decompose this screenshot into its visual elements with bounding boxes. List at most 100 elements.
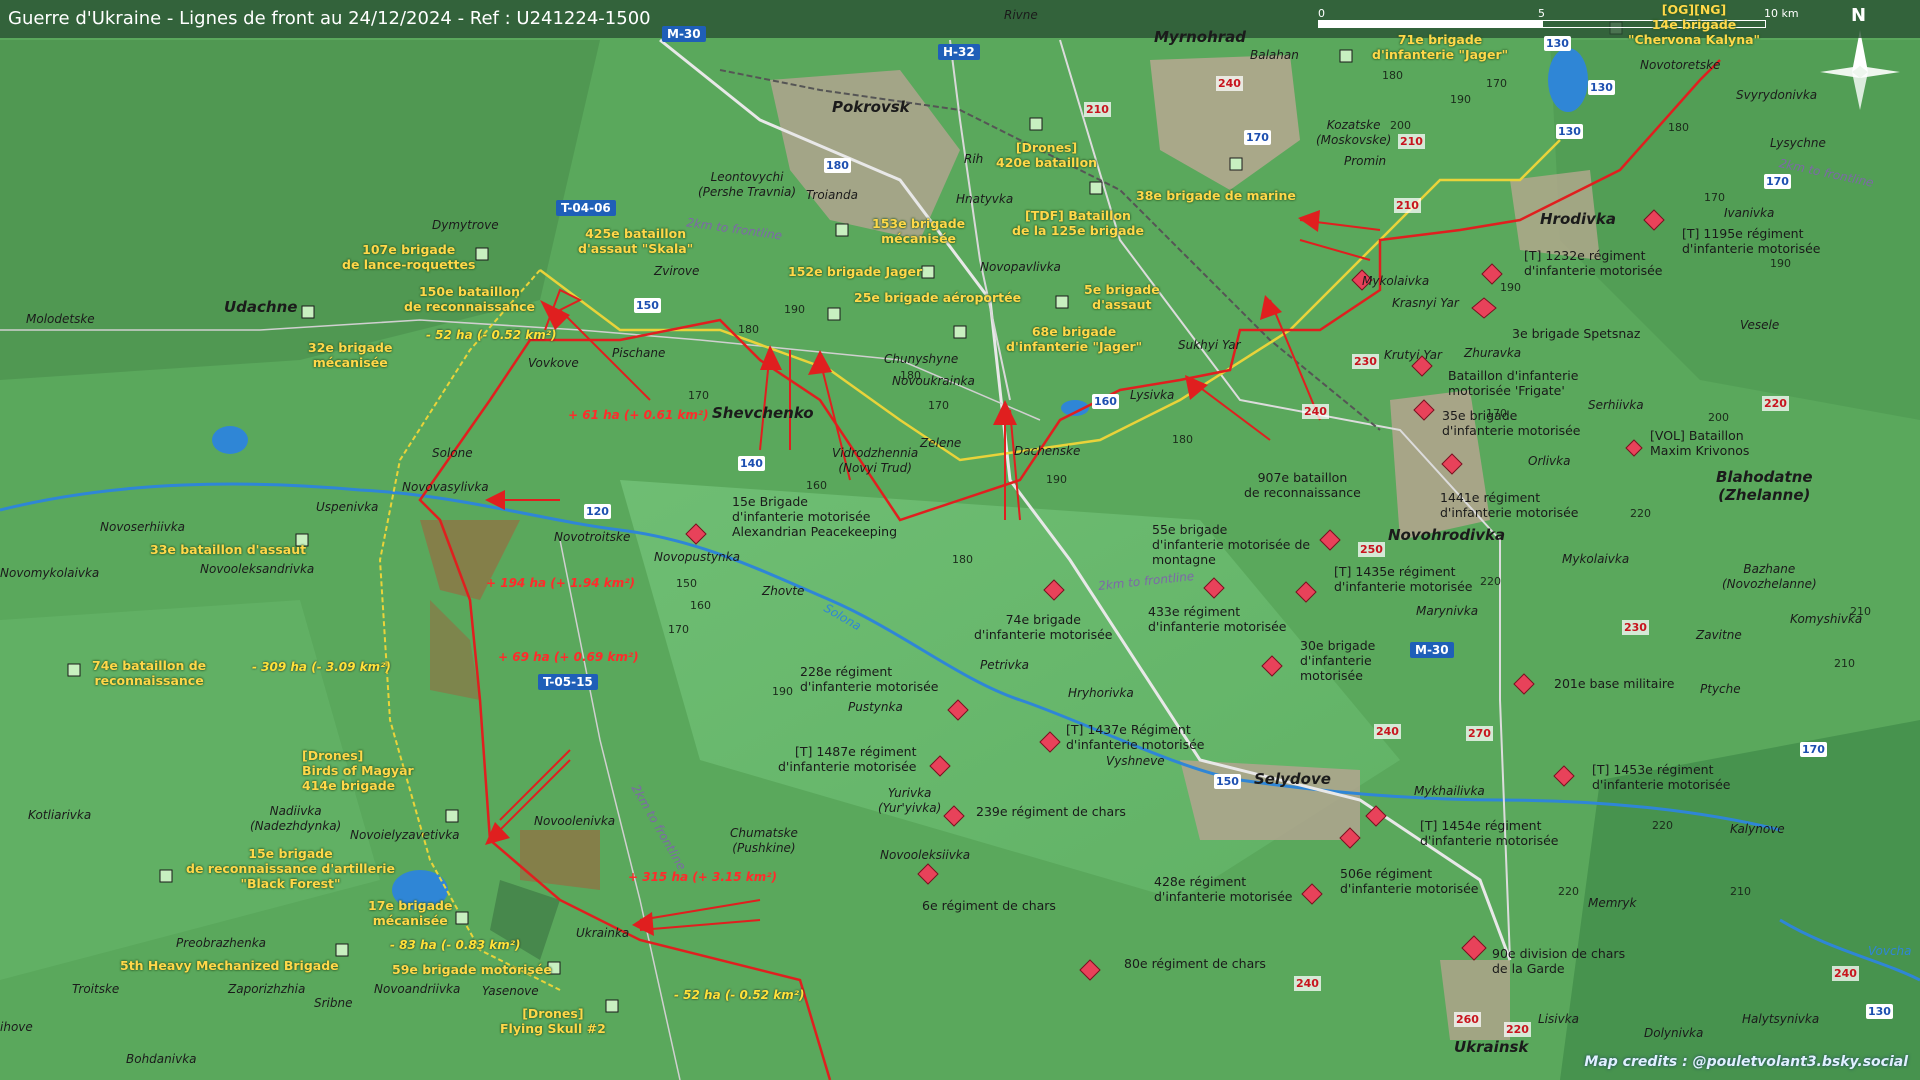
place-chunyshyne: Chunyshyne bbox=[884, 352, 959, 366]
altitude-label: 200 bbox=[1390, 119, 1411, 132]
ru-unit-label[interactable]: 1441e régiment d'infanterie motorisée bbox=[1440, 490, 1579, 520]
altitude-label: 190 bbox=[784, 303, 805, 316]
altitude-label: 180 bbox=[1382, 69, 1403, 82]
ru-unit-label[interactable]: 228e régiment d'infanterie motorisée bbox=[800, 664, 939, 694]
ua-unit-label[interactable]: [Drones] Flying Skull #2 bbox=[500, 1006, 606, 1036]
ru-unit-label[interactable]: 80e régiment de chars bbox=[1124, 956, 1266, 971]
ru-unit-label[interactable]: 907e bataillon de reconnaissance bbox=[1244, 470, 1361, 500]
ru-unit-label[interactable]: 90e division de chars de la Garde bbox=[1492, 946, 1625, 976]
ua-unit-label[interactable]: [Drones] 420e bataillon bbox=[996, 140, 1097, 170]
place-krasnyi-yar: Krasnyi Yar bbox=[1392, 296, 1459, 310]
ua-unit-marker[interactable] bbox=[953, 325, 967, 339]
ru-unit-label[interactable]: 433e régiment d'infanterie motorisée bbox=[1148, 604, 1287, 634]
place-novoandriivka: Novoandriivka bbox=[374, 982, 461, 996]
ua-unit-marker[interactable] bbox=[1029, 117, 1043, 131]
ua-unit-marker[interactable] bbox=[1089, 181, 1103, 195]
ru-unit-label[interactable]: 55e brigade d'infanterie motorisée de mo… bbox=[1152, 522, 1310, 567]
ru-unit-label[interactable]: 201e base militaire bbox=[1554, 676, 1674, 691]
ua-unit-label[interactable]: 25e brigade aéroportée bbox=[854, 290, 1021, 305]
ua-unit-label[interactable]: 32e brigade mécanisée bbox=[308, 340, 392, 370]
ua-unit-marker[interactable] bbox=[475, 247, 489, 261]
ru-unit-label[interactable]: [T] 1453e régiment d'infanterie motorisé… bbox=[1592, 762, 1731, 792]
place-pischane: Pischane bbox=[612, 346, 666, 360]
ua-unit-label[interactable]: [TDF] Bataillon de la 125e brigade bbox=[1012, 208, 1144, 238]
altitude-label: 150 bbox=[676, 577, 697, 590]
ru-unit-label[interactable]: [T] 1195e régiment d'infanterie motorisé… bbox=[1682, 226, 1821, 256]
altitude-marker: 240 bbox=[1374, 724, 1401, 739]
place-novopustynka: Novopustynka bbox=[654, 550, 740, 564]
ru-unit-label[interactable]: 74e brigade d'infanterie motorisée bbox=[974, 612, 1113, 642]
place-hryhorivka: Hryhorivka bbox=[1068, 686, 1134, 700]
ua-unit-marker[interactable] bbox=[301, 305, 315, 319]
ru-unit-label[interactable]: [T] 1454e régiment d'infanterie motorisé… bbox=[1420, 818, 1559, 848]
ru-unit-label[interactable]: [T] 1232e régiment d'infanterie motorisé… bbox=[1524, 248, 1663, 278]
ua-unit-marker[interactable] bbox=[827, 307, 841, 321]
ru-unit-label[interactable]: [T] 1437e Régiment d'infanterie motorisé… bbox=[1066, 722, 1205, 752]
ua-unit-label[interactable]: 38e brigade de marine bbox=[1136, 188, 1296, 203]
ua-unit-label[interactable]: 15e brigade de reconnaissance d'artiller… bbox=[186, 846, 395, 891]
ua-unit-label[interactable]: 107e brigade de lance-roquettes bbox=[342, 242, 475, 272]
map-canvas[interactable] bbox=[0, 0, 1920, 1080]
ua-unit-label[interactable]: 71e brigade d'infanterie "Jager" bbox=[1372, 32, 1508, 62]
ua-unit-marker[interactable] bbox=[455, 911, 469, 925]
ua-unit-label[interactable]: 153e brigade mécanisée bbox=[872, 216, 965, 246]
place-kotliarivka: Kotliarivka bbox=[28, 808, 92, 822]
ua-unit-label[interactable]: 17e brigade mécanisée bbox=[368, 898, 452, 928]
ru-unit-label[interactable]: [VOL] Bataillon Maxim Krivonos bbox=[1650, 428, 1749, 458]
ua-unit-marker[interactable] bbox=[445, 809, 459, 823]
place-memryk: Memryk bbox=[1588, 896, 1637, 910]
ru-unit-label[interactable]: [T] 1487e régiment d'infanterie motorisé… bbox=[778, 744, 917, 774]
place-ptyche: Ptyche bbox=[1700, 682, 1741, 696]
place-novohrodivka: Novohrodivka bbox=[1388, 526, 1506, 544]
ru-unit-label[interactable]: 239e régiment de chars bbox=[976, 804, 1126, 819]
ua-unit-marker[interactable] bbox=[835, 223, 849, 237]
ua-unit-label[interactable]: 425e bataillon d'assaut "Skala" bbox=[578, 226, 693, 256]
place-novoserhiivka: Novoserhiivka bbox=[100, 520, 186, 534]
ua-unit-label[interactable]: 150e bataillon de reconnaissance bbox=[404, 284, 535, 314]
place-sribne: Sribne bbox=[314, 996, 353, 1010]
place-nadiivka: Nadiivka (Nadezhdynka) bbox=[250, 804, 342, 833]
place-promin: Promin bbox=[1344, 154, 1387, 168]
ru-unit-label[interactable]: 3e brigade Spetsnaz bbox=[1512, 326, 1640, 341]
ua-unit-marker[interactable] bbox=[1229, 157, 1243, 171]
route-number: 140 bbox=[738, 456, 765, 471]
ru-unit-label[interactable]: 506e régiment d'infanterie motorisée bbox=[1340, 866, 1479, 896]
ru-unit-label[interactable]: [T] 1435e régiment d'infanterie motorisé… bbox=[1334, 564, 1473, 594]
altitude-marker: 240 bbox=[1302, 404, 1329, 419]
ru-unit-label[interactable]: Bataillon d'infanterie motorisée 'Frigat… bbox=[1448, 368, 1578, 398]
ua-unit-label[interactable]: 59e brigade motorisée bbox=[392, 962, 552, 977]
ua-unit-label[interactable]: [Drones] Birds of Magyar 414e brigade bbox=[302, 748, 414, 793]
place-pokrovsk: Pokrovsk bbox=[832, 98, 910, 116]
ru-unit-label[interactable]: 35e brigade d'infanterie motorisée bbox=[1442, 408, 1581, 438]
ua-unit-marker[interactable] bbox=[159, 869, 173, 883]
altitude-label: 170 bbox=[668, 623, 689, 636]
ua-unit-label[interactable]: 5e brigade d'assaut bbox=[1084, 282, 1160, 312]
ua-unit-marker[interactable] bbox=[335, 943, 349, 957]
altitude-label: 220 bbox=[1558, 885, 1579, 898]
altitude-marker: 270 bbox=[1466, 726, 1493, 741]
ru-unit-label[interactable]: 6e régiment de chars bbox=[922, 898, 1056, 913]
ua-unit-label[interactable]: 68e brigade d'infanterie "Jager" bbox=[1006, 324, 1142, 354]
ru-unit-label[interactable]: 30e brigade d'infanterie motorisée bbox=[1300, 638, 1375, 683]
ua-unit-label[interactable]: 33e bataillon d'assaut bbox=[150, 542, 306, 557]
ua-unit-marker[interactable] bbox=[1055, 295, 1069, 309]
route-number: 160 bbox=[1092, 394, 1119, 409]
ua-unit-label[interactable]: [OG][NG] 14e brigade "Chervona Kalyna" bbox=[1628, 2, 1760, 47]
ua-unit-marker[interactable] bbox=[1339, 49, 1353, 63]
altitude-label: 220 bbox=[1652, 819, 1673, 832]
ua-unit-label[interactable]: 152e brigade Jager bbox=[788, 264, 922, 279]
ru-unit-label[interactable]: 428e régiment d'infanterie motorisée bbox=[1154, 874, 1293, 904]
ua-unit-label[interactable]: 74e bataillon de reconnaissance bbox=[92, 658, 206, 688]
ua-unit-marker[interactable] bbox=[67, 663, 81, 677]
place-lysivka: Lysivka bbox=[1130, 388, 1175, 402]
place-orlivka: Orlivka bbox=[1528, 454, 1571, 468]
loss-label: - 52 ha (- 0.52 km²) bbox=[426, 328, 557, 342]
place-troianda: Troianda bbox=[806, 188, 858, 202]
ua-unit-label[interactable]: 5th Heavy Mechanized Brigade bbox=[120, 958, 339, 973]
place-dolynivka: Dolynivka bbox=[1644, 1026, 1704, 1040]
north-label: N bbox=[1851, 5, 1867, 26]
altitude-marker: 220 bbox=[1504, 1022, 1531, 1037]
ua-unit-marker[interactable] bbox=[605, 999, 619, 1013]
ru-unit-label[interactable]: 15e Brigade d'infanterie motorisée Alexa… bbox=[732, 494, 897, 539]
ua-unit-marker[interactable] bbox=[921, 265, 935, 279]
